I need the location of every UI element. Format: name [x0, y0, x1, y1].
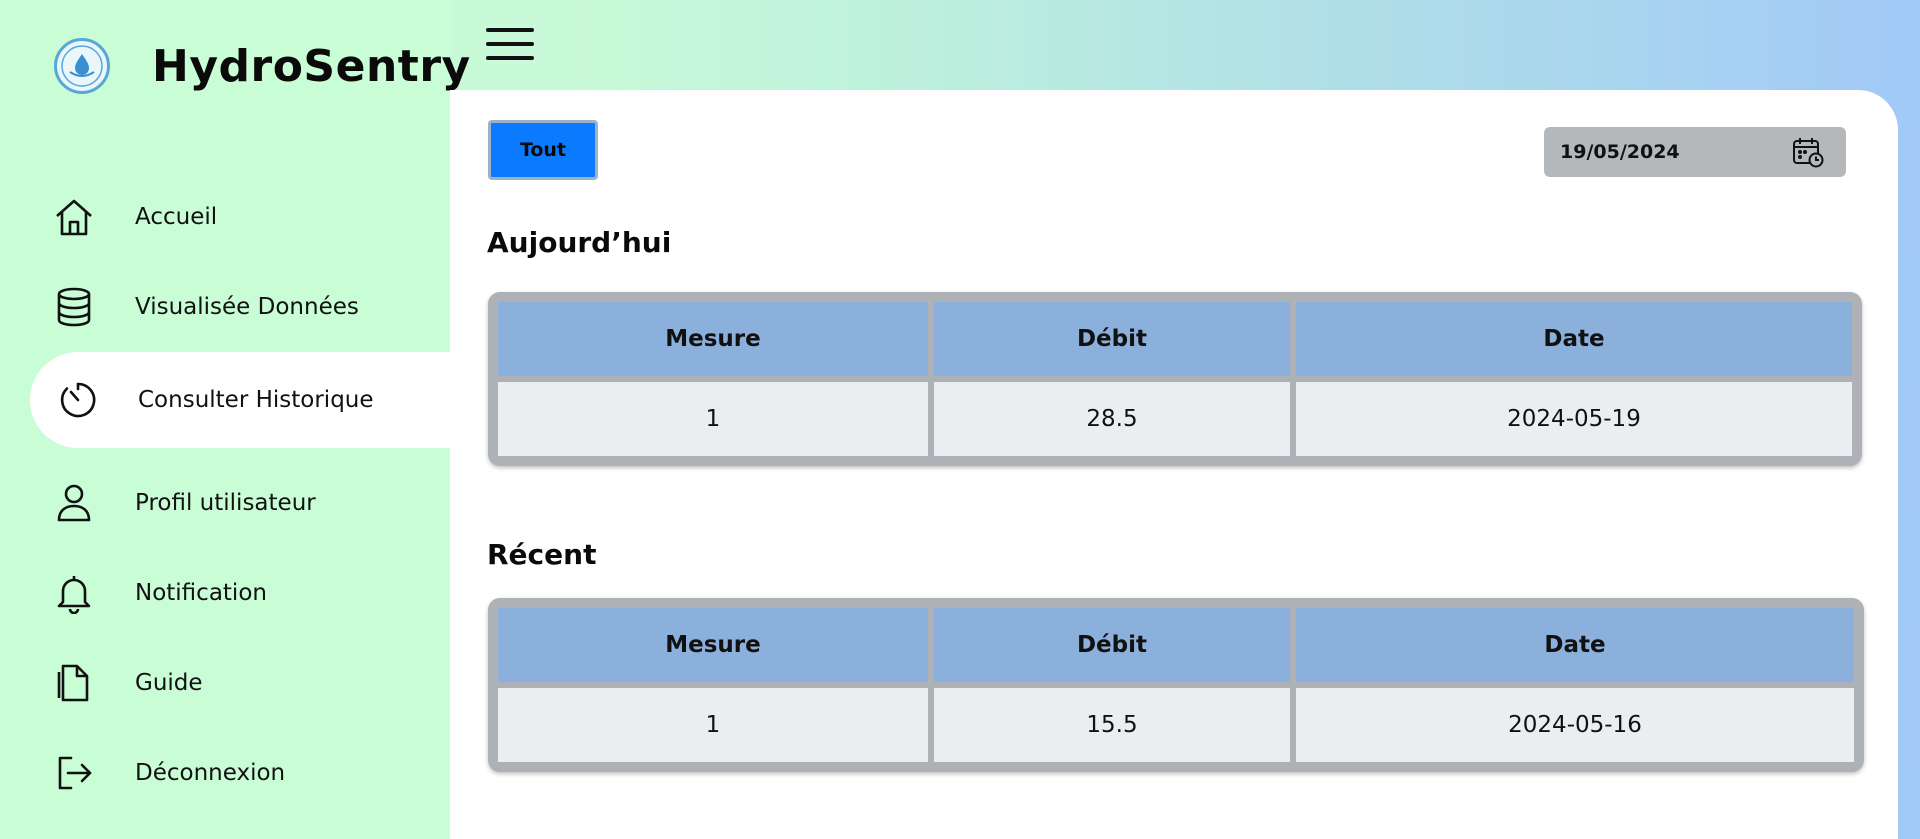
- column-header-debit: Débit: [934, 608, 1290, 682]
- cell-date: 2024-05-19: [1296, 382, 1852, 456]
- logo: [54, 38, 110, 94]
- sidebar-item-consulter-historique[interactable]: Consulter Historique: [30, 352, 450, 448]
- brand: HydroSentry: [54, 38, 471, 94]
- app-title: HydroSentry: [152, 40, 471, 92]
- section-title-recent: Récent: [487, 538, 597, 571]
- cell-debit: 15.5: [934, 688, 1290, 762]
- sidebar-item-visualisee-donnees[interactable]: Visualisée Données: [0, 262, 450, 352]
- timer-icon: [56, 378, 100, 422]
- sidebar-item-label: Déconnexion: [135, 760, 286, 786]
- filter-all-button[interactable]: Tout: [488, 120, 598, 180]
- cell-mesure: 1: [498, 382, 928, 456]
- hamburger-line: [486, 28, 534, 32]
- column-header-mesure: Mesure: [498, 302, 928, 376]
- recent-table: Mesure Débit Date 1 15.5 2024-05-16: [488, 598, 1864, 772]
- sidebar-item-guide[interactable]: Guide: [0, 638, 450, 728]
- cell-debit: 28.5: [934, 382, 1290, 456]
- sidebar-item-label: Notification: [135, 580, 267, 606]
- sidebar-item-deconnexion[interactable]: Déconnexion: [0, 728, 450, 818]
- column-header-date: Date: [1296, 302, 1852, 376]
- hamburger-line: [486, 56, 534, 60]
- cell-mesure: 1: [498, 688, 928, 762]
- table-row: 1 28.5 2024-05-19: [498, 382, 1852, 456]
- hamburger-line: [486, 42, 534, 46]
- sidebar-item-notification[interactable]: Notification: [0, 548, 450, 638]
- sidebar-item-label: Profil utilisateur: [135, 490, 316, 516]
- sidebar-item-profil-utilisateur[interactable]: Profil utilisateur: [0, 458, 450, 548]
- today-table: Mesure Débit Date 1 28.5 2024-05-19: [488, 292, 1862, 466]
- database-icon: [52, 285, 96, 329]
- table-row: 1 15.5 2024-05-16: [498, 688, 1854, 762]
- date-picker[interactable]: 19/05/2024: [1544, 127, 1846, 177]
- date-value: 19/05/2024: [1560, 141, 1680, 163]
- cell-date: 2024-05-16: [1296, 688, 1854, 762]
- guide-icon: [52, 661, 96, 705]
- section-title-today: Aujourd’hui: [487, 226, 672, 259]
- column-header-mesure: Mesure: [498, 608, 928, 682]
- user-icon: [52, 481, 96, 525]
- calendar-icon[interactable]: [1792, 136, 1824, 168]
- main-panel: Tout 19/05/2024 Aujourd’hui Mesure Débit…: [450, 90, 1898, 839]
- sidebar: HydroSentry Accueil Visualisée Données C…: [0, 0, 470, 839]
- sidebar-item-label: Consulter Historique: [138, 387, 374, 413]
- logout-icon: [52, 751, 96, 795]
- bell-icon: [52, 571, 96, 615]
- sidebar-item-label: Visualisée Données: [135, 294, 359, 320]
- column-header-debit: Débit: [934, 302, 1290, 376]
- column-header-date: Date: [1296, 608, 1854, 682]
- menu-toggle-button[interactable]: [486, 28, 534, 60]
- home-icon: [52, 195, 96, 239]
- sidebar-item-label: Guide: [135, 670, 203, 696]
- sidebar-item-accueil[interactable]: Accueil: [0, 172, 450, 262]
- sidebar-item-label: Accueil: [135, 204, 218, 230]
